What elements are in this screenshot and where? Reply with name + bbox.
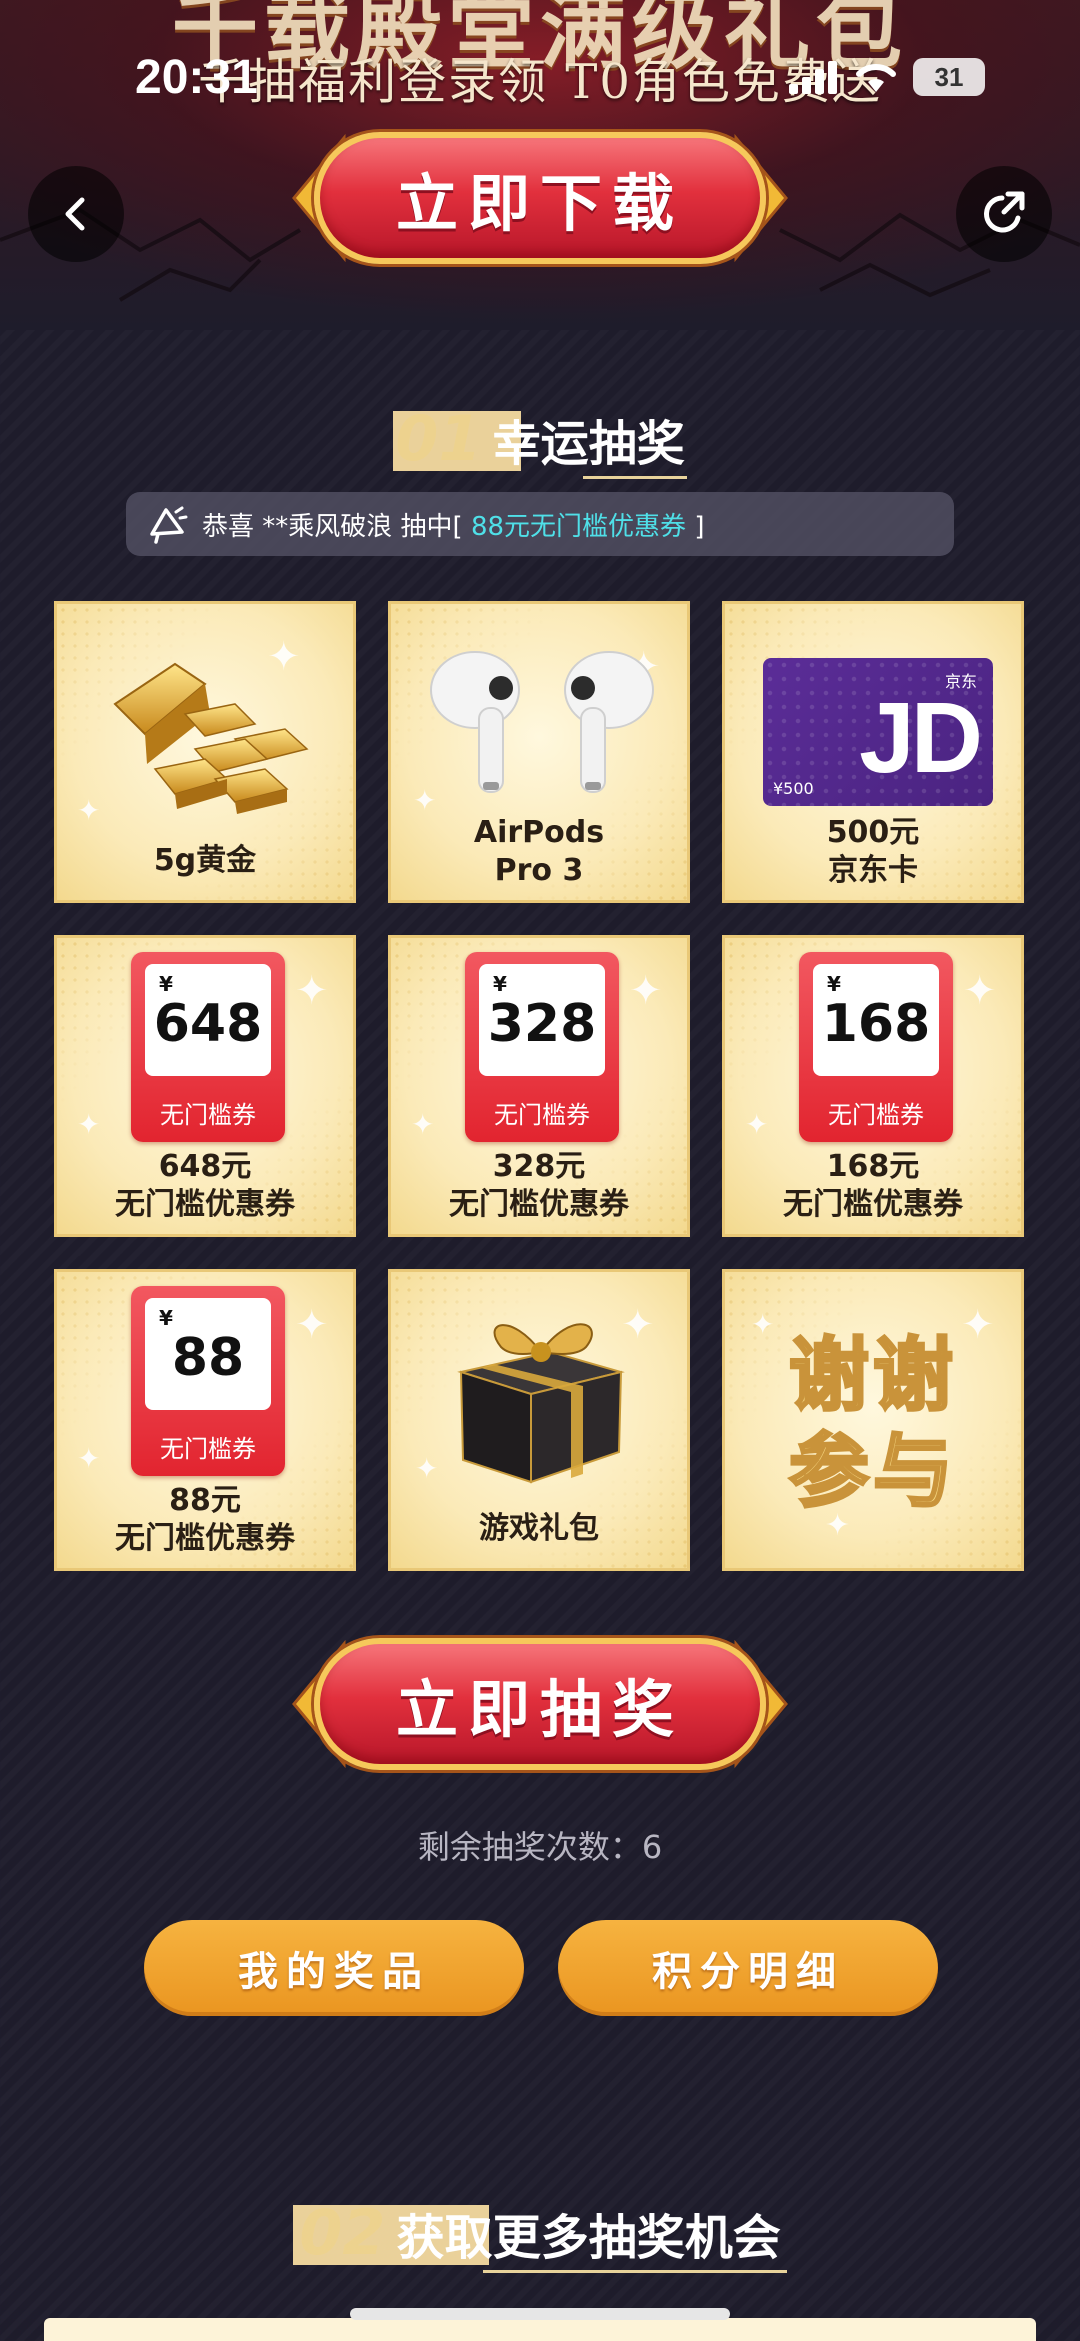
section-number: 02 [299, 2196, 386, 2269]
prize-caption: 500元 京东卡 [725, 814, 1021, 890]
chevron-left-icon [65, 197, 85, 231]
coupon-label: 无门槛券 [160, 1435, 256, 1463]
notice-text: 恭喜 **乘风破浪 抽中[ 88元无门槛优惠券 ] [202, 506, 704, 543]
prize-caption-line1: 328元 [492, 1149, 586, 1184]
prize-caption-line2: 无门槛优惠券 [115, 1521, 295, 1556]
coupon-amount: 328 [487, 994, 597, 1054]
notice-suffix: ] [694, 511, 705, 542]
coupon-amount: 88 [171, 1328, 245, 1388]
prize-card-gold: ✦ ✦ 5g黄金 [54, 601, 356, 903]
prize-card-jd: 京东 JD ¥500 500元 京东卡 [722, 601, 1024, 903]
jd-card-logo: JD [859, 682, 983, 794]
winner-notice: 恭喜 **乘风破浪 抽中[ 88元无门槛优惠券 ] [126, 492, 954, 556]
download-now-label: 立即下载 [395, 167, 684, 240]
share-icon [984, 191, 1025, 233]
yen-symbol: ¥ [827, 972, 841, 996]
coupon-amount: 168 [821, 994, 931, 1054]
jd-gift-card: 京东 JD ¥500 [763, 658, 993, 806]
thanks-line1: 谢谢 [788, 1328, 957, 1424]
prize-caption-line1: 500元 [826, 815, 920, 850]
yen-symbol: ¥ [493, 972, 507, 996]
prize-caption-line1: AirPods [473, 815, 605, 850]
heading-underline [583, 476, 687, 479]
airpods-icon [430, 651, 654, 793]
prize-caption-line1: 168元 [826, 1149, 920, 1184]
prize-caption-line2: 无门槛优惠券 [783, 1187, 963, 1222]
download-now-button[interactable]: 立即下载 [290, 124, 790, 272]
coupon-graphic: ¥ 168 无门槛券 [799, 952, 953, 1142]
prize-caption-line2: 无门槛优惠券 [449, 1187, 629, 1222]
remaining-draws: 剩余抽奖次数：6 [417, 1828, 663, 1866]
draw-now-label: 立即抽奖 [395, 1673, 684, 1746]
coupon-label: 无门槛券 [494, 1101, 590, 1129]
section-title-a: 获取 [396, 2210, 493, 2266]
gold-bars-icon [113, 662, 309, 814]
coupon-label: 无门槛券 [160, 1101, 256, 1129]
section-title-a: 幸运 [492, 416, 589, 472]
prize-caption: 5g黄金 [153, 843, 257, 878]
back-button[interactable] [28, 166, 124, 262]
prize-caption-line1: 648元 [158, 1149, 252, 1184]
thanks-line2: 参与 [788, 1424, 957, 1520]
prize-card-thanks: ✦ ✦ ✦ 谢谢 参与 [722, 1269, 1024, 1571]
prize-caption: 168元 无门槛优惠券 [725, 1148, 1021, 1224]
prize-caption-line2: Pro 3 [494, 853, 584, 888]
prize-caption: AirPods Pro 3 [391, 814, 687, 890]
yen-symbol: ¥ [159, 1306, 173, 1330]
megaphone-icon [150, 506, 188, 544]
home-indicator[interactable] [350, 2308, 730, 2320]
prize-caption-line2: 京东卡 [828, 853, 918, 888]
my-prizes-button[interactable]: 我的奖品 [144, 1920, 524, 2016]
points-detail-button[interactable]: 积分明细 [558, 1920, 938, 2016]
wifi-icon [856, 63, 896, 92]
prize-caption: 88元 无门槛优惠券 [57, 1482, 353, 1558]
prize-card-coupon-328: ✦ ✦ ¥ 328 无门槛券 328元 无门槛优惠券 [388, 935, 690, 1237]
coupon-label: 无门槛券 [828, 1101, 924, 1129]
prize-card-coupon-648: ✦ ✦ ¥ 648 无门槛券 648元 无门槛优惠券 [54, 935, 356, 1237]
prize-card-game-gift: ✦ ✦ 游戏礼包 [388, 1269, 690, 1571]
section-title-b: 更多抽奖机会 [492, 2210, 781, 2266]
coupon-graphic: ¥ 328 无门槛券 [465, 952, 619, 1142]
coupon-amount: 648 [153, 994, 263, 1054]
draw-now-button[interactable]: 立即抽奖 [290, 1630, 790, 1778]
battery-indicator: 31 [913, 58, 985, 96]
coupon-graphic: ¥ 648 无门槛券 [131, 952, 285, 1142]
prize-caption: 游戏礼包 [479, 1511, 599, 1546]
heading-underline [483, 2270, 787, 2273]
section-lucky-draw-heading: 01 幸运抽奖 [0, 402, 1080, 479]
jd-card-value: ¥500 [773, 779, 814, 798]
notice-prize: 88元无门槛优惠券 [470, 511, 687, 542]
prize-card-coupon-88: ✦ ✦ ¥ 88 无门槛券 88元 无门槛优惠券 [54, 1269, 356, 1571]
prize-card-coupon-168: ✦ ✦ ¥ 168 无门槛券 168元 无门槛优惠券 [722, 935, 1024, 1237]
status-time: 20:31 [135, 51, 258, 104]
prize-card-airpods: ✦ ✦ AirPods Pro 3 [388, 601, 690, 903]
section-title-b: 抽奖 [588, 416, 685, 472]
section-number: 01 [395, 402, 482, 475]
gift-box-icon [457, 1323, 625, 1484]
tasks-card-top [44, 2318, 1036, 2341]
section-more-chances-heading: 02 获取更多抽奖机会 [0, 2196, 1080, 2273]
prize-caption: 648元 无门槛优惠券 [57, 1148, 353, 1224]
thanks-text: 谢谢 参与 [725, 1328, 1021, 1520]
prize-caption-line1: 88元 [169, 1483, 241, 1518]
share-button[interactable] [956, 166, 1052, 262]
status-icons: 31 [789, 58, 985, 96]
yen-symbol: ¥ [159, 972, 173, 996]
coupon-graphic: ¥ 88 无门槛券 [131, 1286, 285, 1476]
prize-caption: 328元 无门槛优惠券 [391, 1148, 687, 1224]
notice-prefix: 恭喜 **乘风破浪 抽中[ [202, 511, 463, 542]
prize-caption-line2: 无门槛优惠券 [115, 1187, 295, 1222]
signal-icon [789, 61, 837, 94]
